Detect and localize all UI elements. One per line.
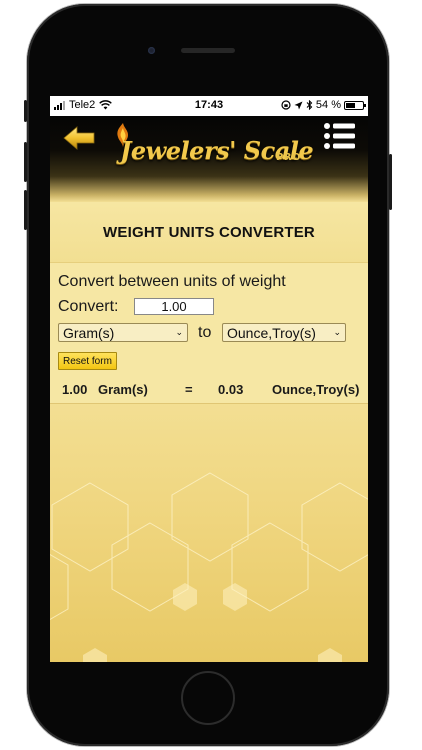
bluetooth-icon	[306, 100, 313, 110]
result-equals: =	[185, 382, 193, 397]
reset-form-button[interactable]: Reset form	[58, 352, 117, 370]
menu-list-icon	[324, 123, 355, 149]
amount-input[interactable]	[134, 298, 214, 315]
home-button[interactable]	[181, 671, 235, 725]
earpiece-speaker	[181, 48, 235, 53]
menu-button[interactable]	[322, 121, 358, 151]
mute-switch	[24, 100, 27, 122]
result-input-unit: Gram(s)	[98, 382, 148, 397]
to-unit-select[interactable]: Ounce,Troy(s) ⌄	[222, 323, 346, 342]
converter-heading: Convert between units of weight	[58, 273, 286, 290]
result-input-value: 1.00	[62, 382, 88, 397]
result-output-value: 0.03	[218, 382, 244, 397]
page-title: WEIGHT UNITS CONVERTER	[50, 202, 368, 263]
app-screen: Tele2 17:43 54 % Jewelers' Scale PRO WEI…	[50, 96, 368, 662]
app-header: Jewelers' Scale PRO	[50, 116, 368, 202]
from-unit-select[interactable]: Gram(s) ⌄	[58, 323, 188, 342]
to-label: to	[198, 324, 212, 341]
status-right: 54 %	[281, 99, 366, 111]
battery-fill	[346, 102, 355, 108]
back-button[interactable]	[62, 124, 96, 152]
chevron-down-icon: ⌄	[333, 327, 341, 337]
front-camera	[148, 47, 155, 54]
app-logo: Jewelers' Scale PRO	[110, 122, 314, 178]
volume-down-button	[24, 190, 27, 230]
power-button	[389, 154, 392, 210]
convert-label: Convert:	[58, 298, 119, 315]
result-output-unit: Ounce,Troy(s)	[272, 382, 360, 397]
converter-panel: Convert between units of weight Convert:…	[50, 263, 368, 404]
chevron-down-icon: ⌄	[175, 327, 183, 337]
from-unit-value: Gram(s)	[63, 324, 115, 341]
arrow-left-icon	[63, 126, 95, 150]
location-arrow-icon	[294, 101, 303, 109]
volume-up-button	[24, 142, 27, 182]
status-bar: Tele2 17:43 54 %	[50, 96, 368, 116]
hexagon-background-pattern	[50, 472, 368, 662]
battery-percent: 54 %	[315, 99, 341, 111]
battery-icon	[344, 100, 366, 110]
to-unit-value: Ounce,Troy(s)	[227, 324, 316, 341]
rotation-lock-icon	[281, 100, 291, 110]
logo-pro-label: PRO	[276, 152, 302, 163]
